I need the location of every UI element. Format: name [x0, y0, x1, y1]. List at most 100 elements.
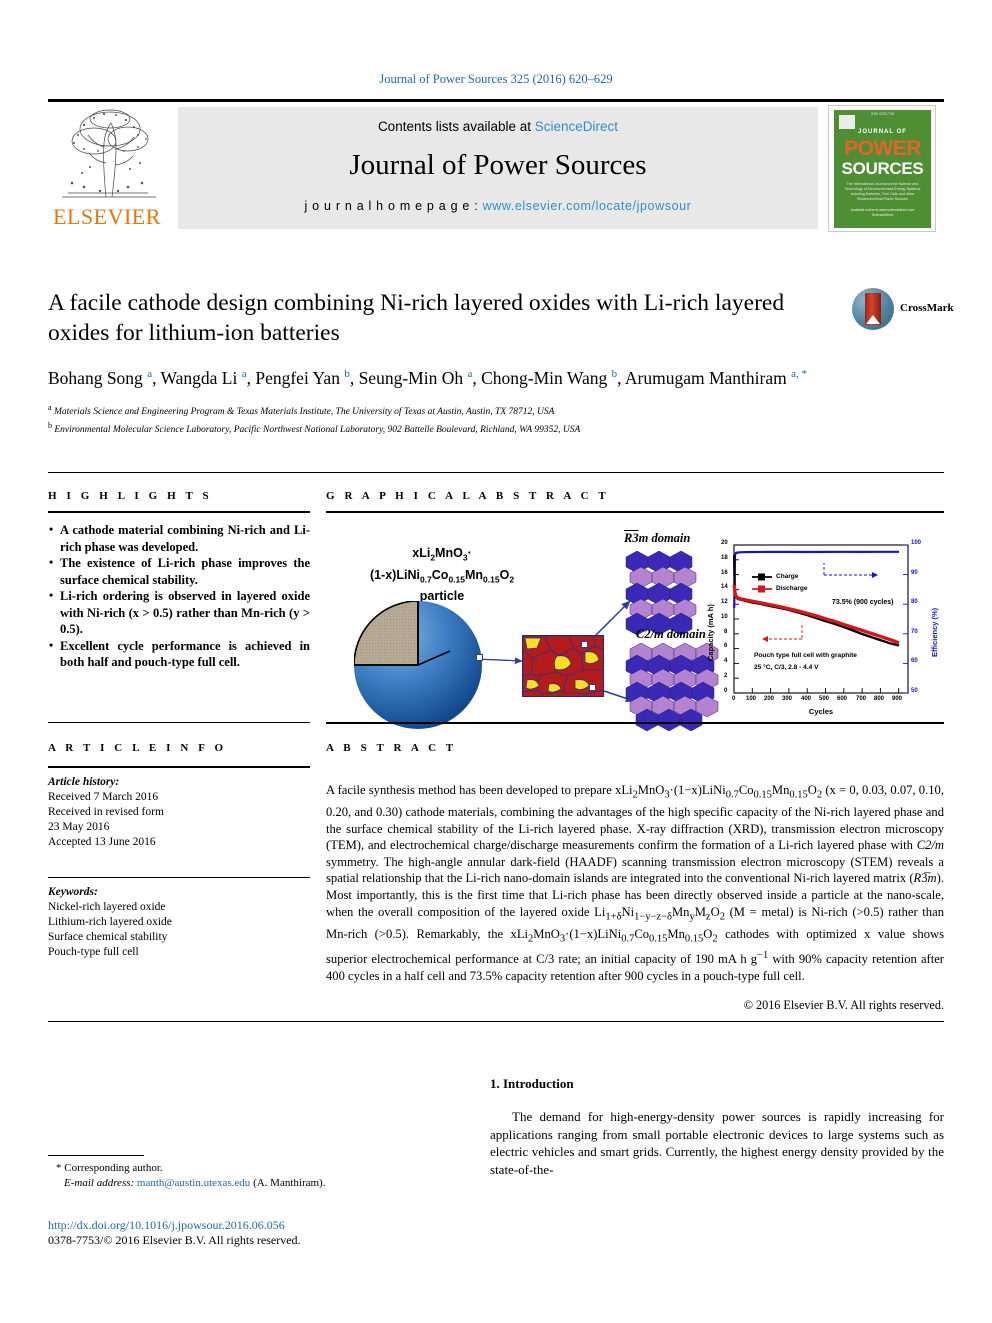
abstract-section: A B S T R A C T A facile synthesis metho…	[326, 742, 944, 1013]
chart-xlabel: Cycles	[808, 707, 834, 716]
chart-ylabel-right: Efficiency (%)	[930, 607, 939, 657]
email-suffix: (A. Manthiram).	[253, 1176, 326, 1189]
sciencedirect-link[interactable]: ScienceDirect	[535, 119, 618, 134]
chart-xtick-900: 900	[892, 696, 903, 702]
article-header: A facile cathode design combining Ni-ric…	[48, 288, 954, 437]
chart-ytick-12: 12	[721, 599, 728, 605]
article-history-item: Received 7 March 2016	[48, 791, 159, 803]
homepage-prefix: j o u r n a l h o m e p a g e :	[304, 199, 483, 213]
article-history-item: Received in revised form	[48, 806, 164, 818]
chart-ytick-0: 0	[724, 688, 728, 694]
elsevier-wordmark: ELSEVIER	[53, 204, 161, 229]
crossmark-circle-icon	[852, 288, 894, 330]
introduction-text: The demand for high-energy-density power…	[490, 1109, 944, 1177]
introduction-heading: 1. Introduction	[490, 1076, 574, 1091]
email-label: E-mail address:	[64, 1176, 135, 1189]
chart-ytick-16: 16	[721, 570, 728, 576]
abstract-heading: A B S T R A C T	[326, 742, 457, 754]
crossmark-badge[interactable]: CrossMark	[852, 288, 954, 332]
chart-xtick-200: 200	[764, 696, 775, 702]
chart-ytick-right-80: 80	[911, 599, 918, 605]
cover-elsevier-mark	[839, 115, 855, 129]
chart-ytick-4: 4	[724, 658, 728, 664]
chart-xtick-600: 600	[837, 696, 848, 702]
abstract-top-rule	[326, 722, 944, 724]
affiliation-b-text: Environmental Molecular Science Laborato…	[54, 425, 581, 436]
article-history-item: Accepted 13 June 2016	[48, 836, 156, 848]
list-item: A cathode material combining Ni-rich and…	[48, 521, 310, 555]
cover-footer: Available online at www.sciencedirect.co…	[850, 208, 915, 217]
info-top-rule	[48, 472, 944, 473]
elsevier-tree-icon	[54, 107, 160, 203]
article-history-item: 23 May 2016	[48, 821, 110, 833]
ga-marker-bottom	[589, 684, 596, 691]
graphical-abstract-section: G R A P H I C A L A B S T R A C T xLi2Mn…	[326, 490, 944, 739]
cover-issn: ISSN 0378-7753	[870, 112, 895, 116]
ga-formula-line2: (1-x)LiNi0.7Co0.15Mn0.15O2	[369, 567, 515, 585]
ga-particle-cutaway	[354, 601, 451, 666]
article-history-label: Article history:	[48, 776, 120, 788]
author-list: Bohang Song a, Wangda Li a, Pengfei Yan …	[48, 367, 808, 388]
cover-subtitle: The International Journal on the Science…	[844, 182, 921, 201]
homepage-url-link[interactable]: www.elsevier.com/locate/jpowsour	[483, 199, 692, 213]
info-bottom-rule	[48, 1021, 944, 1022]
highlights-list: A cathode material combining Ni-rich and…	[48, 521, 310, 671]
highlights-rule	[48, 511, 310, 513]
article-info-rule	[48, 766, 310, 768]
list-item: Excellent cycle performance is achieved …	[48, 637, 310, 671]
journal-masthead: ELSEVIER Contents lists available at Sci…	[48, 99, 944, 232]
chart-ytick-14: 14	[721, 584, 728, 590]
ga-formula: xLi2MnO3· (1-x)LiNi0.7Co0.15Mn0.15O2 par…	[362, 545, 522, 605]
abstract-copyright: © 2016 Elsevier B.V. All rights reserved…	[743, 998, 944, 1013]
journal-title: Journal of Power Sources	[349, 149, 647, 181]
chart-ytick-8: 8	[724, 629, 728, 635]
masthead-top-rule	[48, 99, 944, 102]
chart-ytick-right-90: 90	[911, 570, 918, 576]
chart-ytick-right-70: 70	[911, 629, 918, 635]
email-link[interactable]: manth@austin.utexas.edu	[137, 1177, 250, 1189]
keywords-rule	[48, 877, 310, 878]
chart-xtick-400: 400	[801, 696, 812, 702]
ga-formula-line1: xLi2MnO3·	[412, 546, 472, 563]
chart-ytick-20: 20	[721, 540, 728, 546]
chart-ytick-right-100: 100	[911, 540, 922, 546]
corresponding-author-footnote: * Corresponding author. E-mail address: …	[48, 1155, 468, 1190]
chart-note-line2: 25 °C, C/3, 2.8 - 4.4 V	[754, 664, 819, 671]
chart-legend-charge: Charge	[776, 573, 799, 580]
list-item: Li-rich ordering is observed in layered …	[48, 587, 310, 638]
highlights-section: H I G H L I G H T S A cathode material c…	[48, 490, 310, 671]
keyword-item: Surface chemical stability	[48, 931, 168, 943]
graphical-abstract-figure: xLi2MnO3· (1-x)LiNi0.7Co0.15Mn0.15O2 par…	[326, 523, 944, 739]
chart-xtick-800: 800	[874, 696, 885, 702]
issn-copyright-line: 0378-7753/© 2016 Elsevier B.V. All right…	[48, 1233, 301, 1247]
introduction-section: 1. Introduction The demand for high-ener…	[490, 1076, 944, 1178]
keyword-item: Pouch-type full cell	[48, 946, 139, 958]
keyword-item: Lithium-rich layered oxide	[48, 916, 172, 928]
affiliation-a-text: Materials Science and Engineering Progra…	[53, 406, 555, 417]
ga-marker-top	[581, 641, 588, 648]
running-head: Journal of Power Sources 325 (2016) 620–…	[379, 72, 613, 86]
crossmark-label: CrossMark	[900, 302, 954, 314]
chart-ytick-6: 6	[724, 643, 728, 649]
affiliations: a Materials Science and Engineering Prog…	[48, 401, 944, 437]
doi-link[interactable]: http://dx.doi.org/10.1016/j.jpowsour.201…	[48, 1218, 301, 1233]
ga-grain-map	[522, 635, 604, 697]
highlights-bottom-rule	[48, 722, 310, 723]
introduction-paragraph: The demand for high-energy-density power…	[490, 1108, 944, 1178]
abstract-text: A facile synthesis method has been devel…	[326, 783, 945, 983]
corresponding-label: Corresponding author.	[64, 1162, 163, 1174]
keywords-label: Keywords:	[48, 886, 98, 898]
cover-line2: POWER	[844, 137, 921, 160]
cycling-performance-chart: 0 2 4 6 8 10 12 14 16 18 20 50 60 70 80 …	[694, 533, 939, 729]
corresponding-author-line: * Corresponding author.	[56, 1161, 468, 1176]
cover-line1: JOURNAL OF	[858, 129, 907, 135]
affiliation-a: a Materials Science and Engineering Prog…	[48, 402, 555, 417]
contents-line: Contents lists available at ScienceDirec…	[178, 119, 818, 134]
chart-ylabel: Capacity (mA h)	[706, 604, 715, 661]
chart-xtick-100: 100	[746, 696, 757, 702]
chart-xtick-500: 500	[819, 696, 830, 702]
crossmark-book-icon	[865, 293, 881, 325]
chart-annotation: 73.5% (900 cycles)	[832, 599, 894, 606]
highlights-heading: H I G H L I G H T S	[48, 490, 213, 502]
chart-xtick-700: 700	[856, 696, 867, 702]
